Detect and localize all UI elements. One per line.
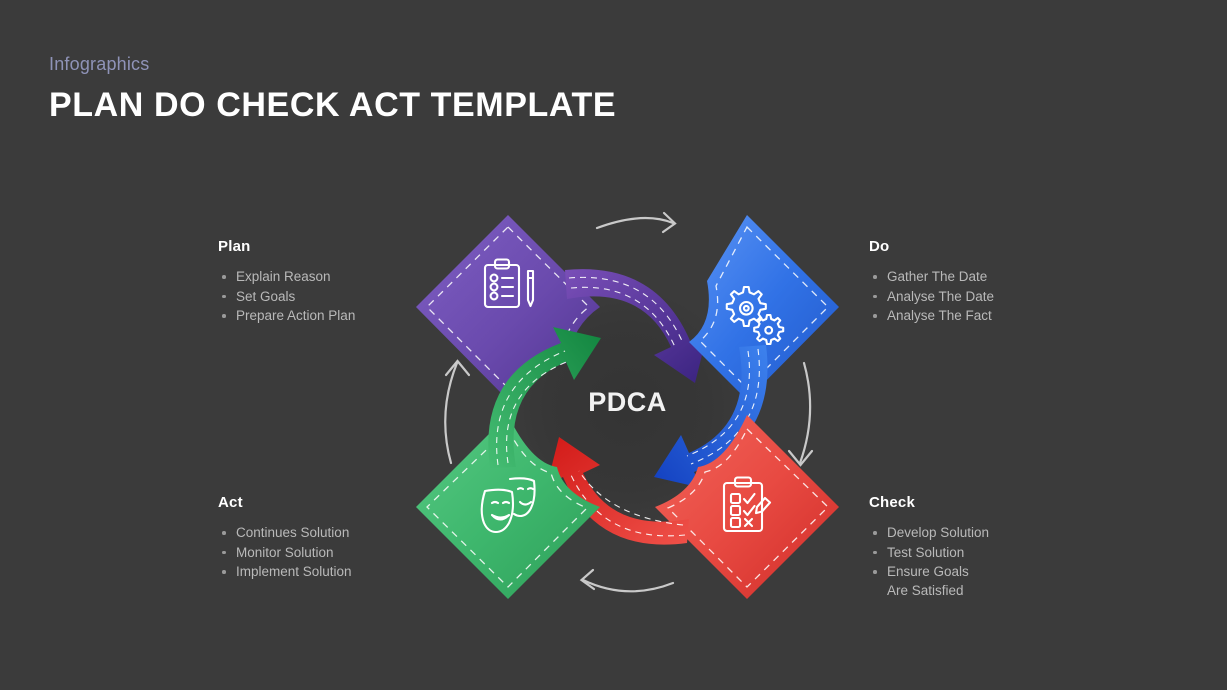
list-item-label: Analyse The Date xyxy=(887,288,995,304)
list-item-label: Monitor Solution xyxy=(236,544,334,560)
outer-arrow-top xyxy=(595,211,677,234)
list-item: Set Goals xyxy=(218,288,448,307)
bullet-icon xyxy=(873,294,877,299)
bullet-icon xyxy=(873,314,877,318)
list-item: Test Solution xyxy=(869,544,1099,563)
info-block-check: Check Develop Solution Test Solution Ens… xyxy=(869,494,1099,601)
list-item: Monitor Solution xyxy=(218,544,448,563)
list-item: Implement Solution xyxy=(218,563,448,582)
list-item-label: Set Goals xyxy=(236,288,296,304)
info-block-do: Do Gather The Date Analyse The Date Anal… xyxy=(869,238,1099,326)
list-item: Analyse The Date xyxy=(869,288,1099,307)
bullet-icon xyxy=(222,550,226,555)
list-item-label: Continues Solution xyxy=(236,525,350,540)
bullet-icon xyxy=(873,570,877,574)
list-item: Ensure Goals Are Satisfied xyxy=(869,563,987,600)
bullet-icon xyxy=(873,275,877,279)
info-block-plan: Plan Explain Reason Set Goals Prepare Ac… xyxy=(218,238,448,326)
outer-arrow-left xyxy=(444,359,471,465)
kicker-label: Infographics xyxy=(49,54,150,74)
list-item-label: Gather The Date xyxy=(887,269,988,284)
list-item: Develop Solution xyxy=(869,524,1099,543)
bullet-icon xyxy=(222,294,226,299)
list-item-label: Test Solution xyxy=(887,544,965,560)
outer-arrow-bottom xyxy=(579,568,675,593)
page-title: PLAN DO CHECK ACT TEMPLATE xyxy=(49,85,617,124)
block-title-plan: Plan xyxy=(218,238,251,255)
bullet-icon xyxy=(873,550,877,555)
bullet-icon xyxy=(222,275,226,279)
block-title-act: Act xyxy=(218,494,243,511)
list-item-label: Develop Solution xyxy=(887,525,990,540)
list-item-label: Analyse The Fact xyxy=(887,308,992,324)
block-list-check: Develop Solution Test Solution Ensure Go… xyxy=(869,524,1099,601)
block-list-do: Gather The Date Analyse The Date Analyse… xyxy=(869,268,1099,326)
list-item-label: Ensure Goals Are Satisfied xyxy=(887,564,969,599)
bullet-icon xyxy=(222,531,226,535)
list-item-label: Prepare Action Plan xyxy=(236,308,356,324)
page-header: Infographics PLAN DO CHECK ACT TEMPLATE xyxy=(49,54,616,124)
list-item: Gather The Date xyxy=(869,268,1099,287)
list-item: Analyse The Fact xyxy=(869,307,1099,326)
list-item-label: Explain Reason xyxy=(236,269,331,284)
info-block-act: Act Continues Solution Monitor Solution … xyxy=(218,494,448,582)
outer-arrow-right xyxy=(787,361,814,467)
bullet-icon xyxy=(222,570,226,574)
list-item: Continues Solution xyxy=(218,524,448,543)
list-item-label: Implement Solution xyxy=(236,564,352,580)
list-item: Explain Reason xyxy=(218,268,448,287)
block-title-do: Do xyxy=(869,238,890,255)
pdca-diagram: PDCA xyxy=(395,175,860,640)
block-list-plan: Explain Reason Set Goals Prepare Action … xyxy=(218,268,448,326)
bullet-icon xyxy=(222,314,226,318)
block-list-act: Continues Solution Monitor Solution Impl… xyxy=(218,524,448,582)
block-title-check: Check xyxy=(869,494,916,511)
bullet-icon xyxy=(873,531,877,535)
list-item: Prepare Action Plan xyxy=(218,307,448,326)
